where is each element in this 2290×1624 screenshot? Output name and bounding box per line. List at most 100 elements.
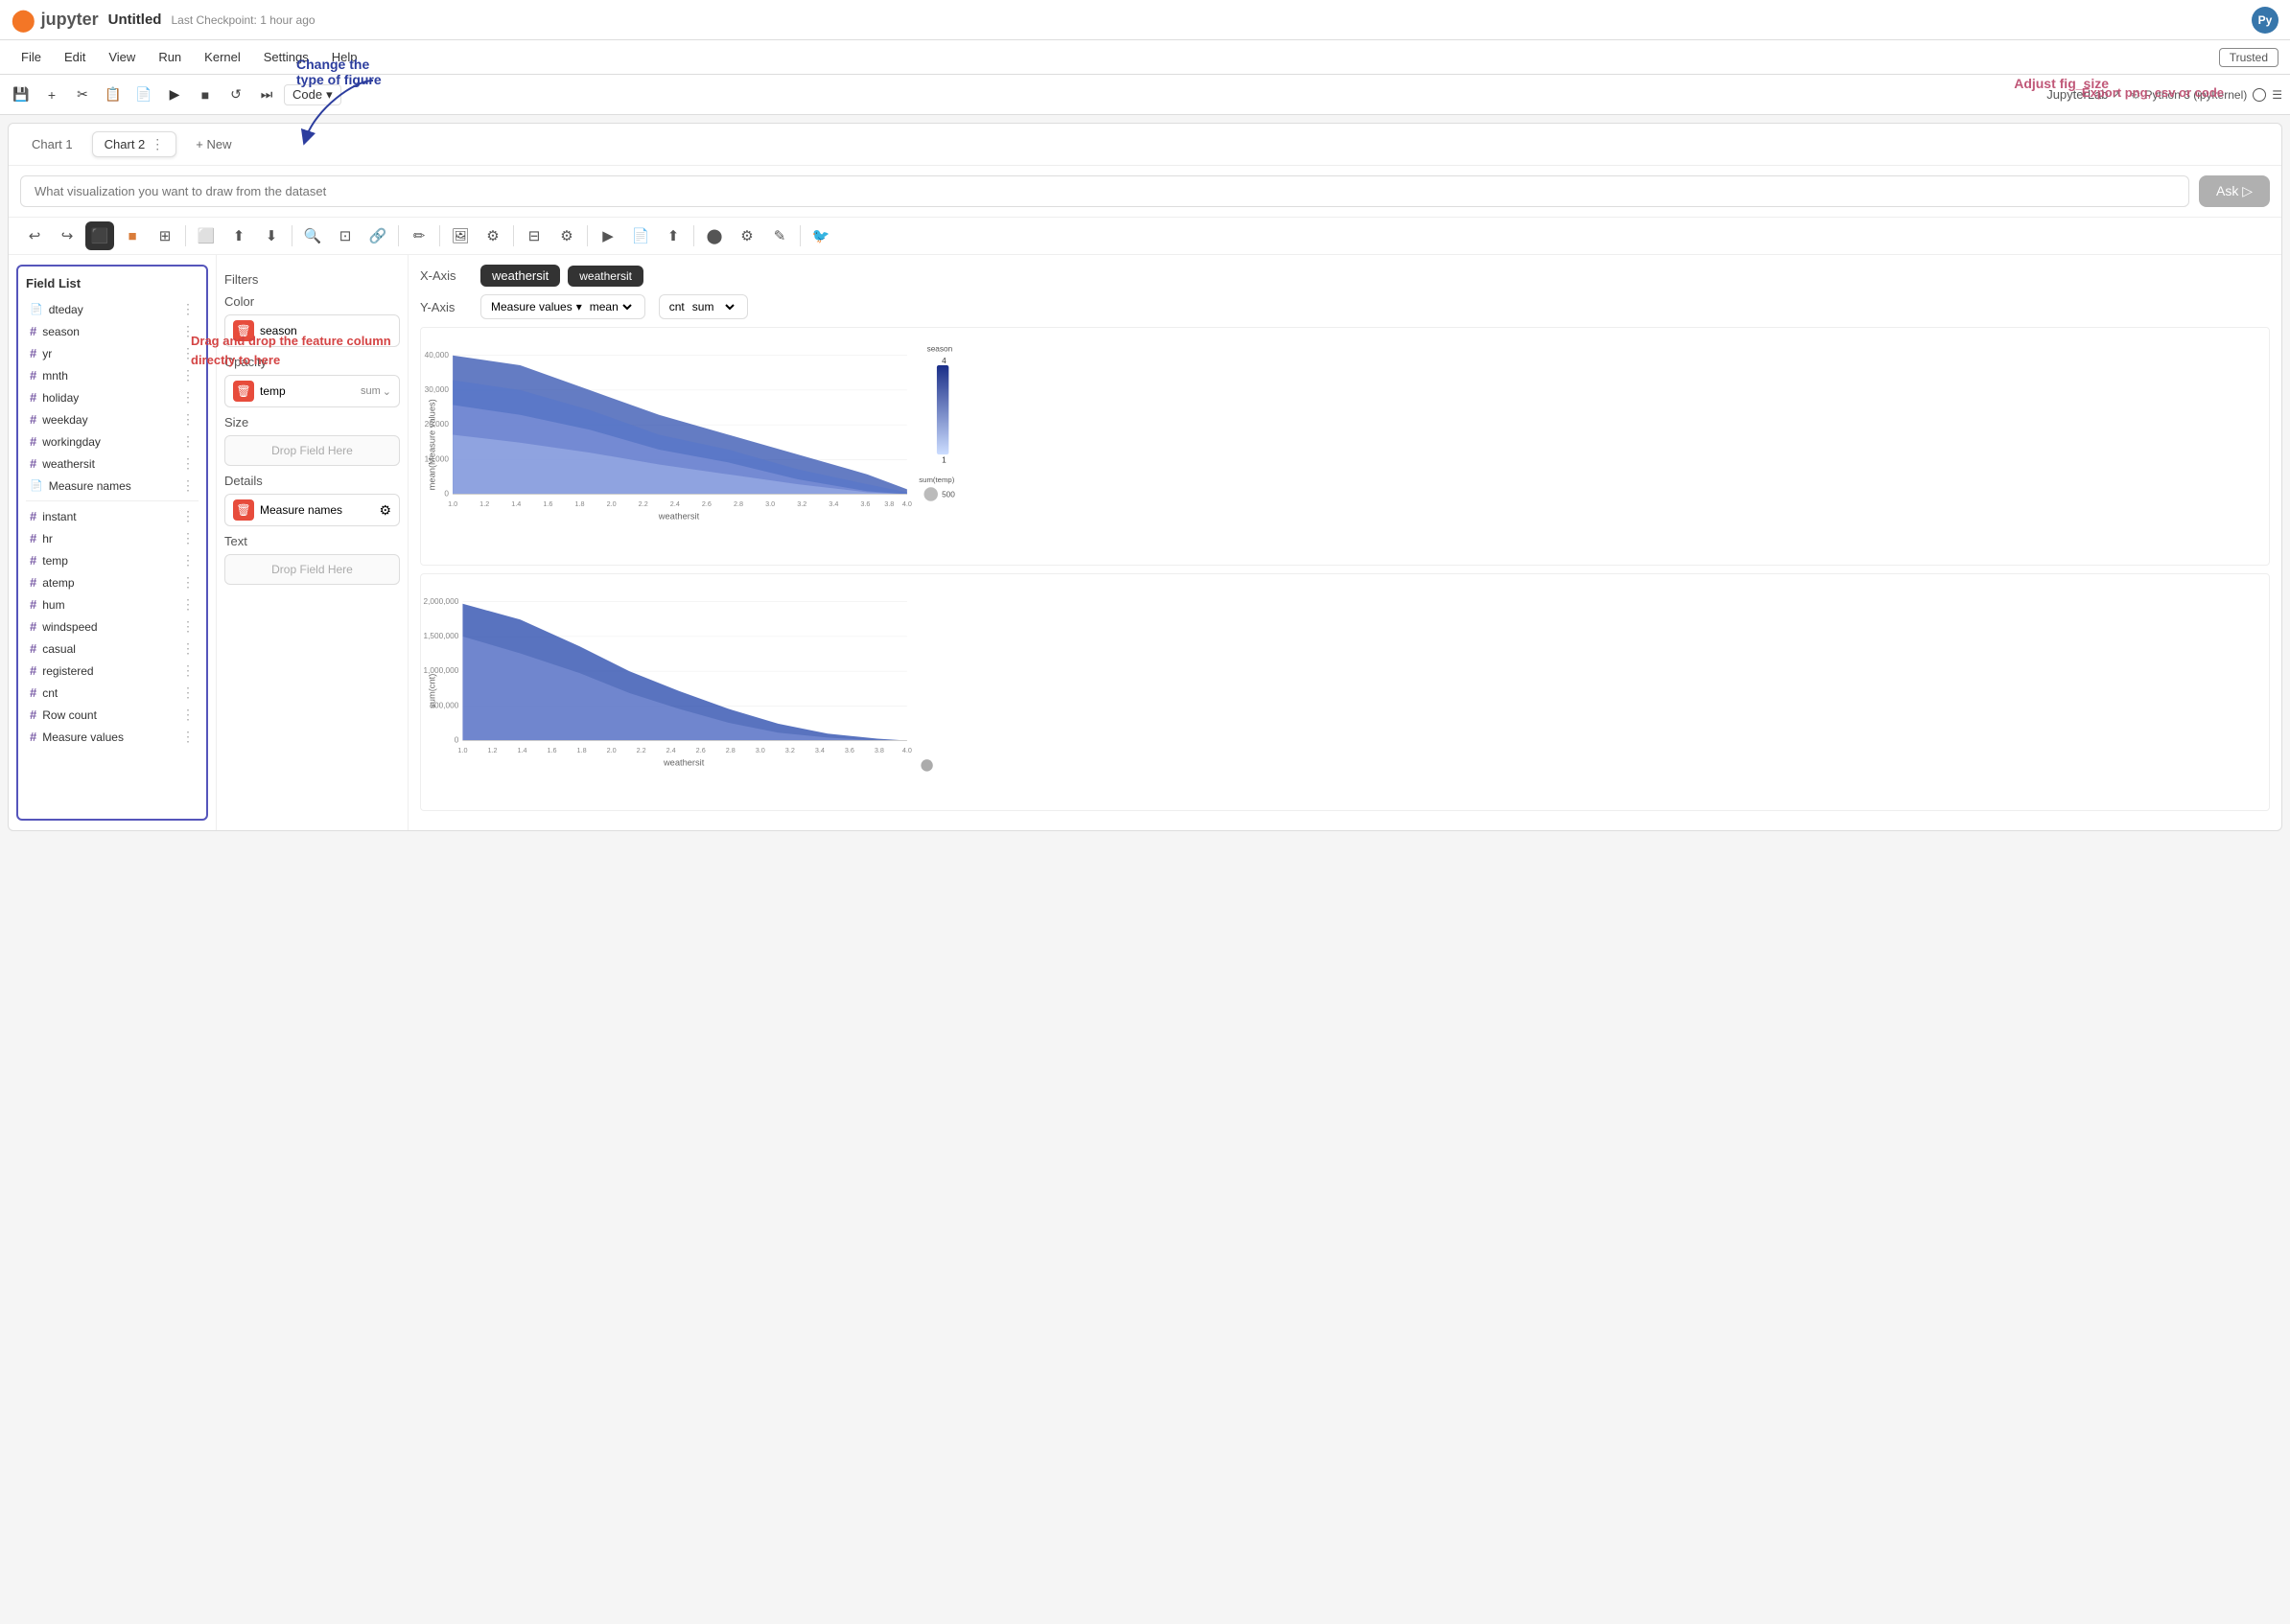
color-chip[interactable]: 🗑 season: [224, 314, 400, 347]
eraser-btn[interactable]: ✎: [765, 221, 794, 250]
fit-button[interactable]: ⊡: [331, 221, 360, 250]
menu-edit[interactable]: Edit: [55, 46, 95, 68]
field-item-measure-values[interactable]: # Measure values ⋮: [26, 726, 199, 748]
field-menu-dots[interactable]: ⋮: [181, 530, 195, 546]
field-menu-dots[interactable]: ⋮: [181, 389, 195, 406]
fast-forward-button[interactable]: ⏭: [253, 81, 280, 108]
details-chip[interactable]: 🗑 Measure names ⚙: [224, 494, 400, 526]
color-chip-delete[interactable]: 🗑: [233, 320, 254, 341]
field-menu-dots[interactable]: ⋮: [181, 596, 195, 613]
field-menu-dots[interactable]: ⋮: [181, 345, 195, 361]
field-item-yr[interactable]: # yr ⋮: [26, 342, 199, 364]
field-menu-dots[interactable]: ⋮: [181, 455, 195, 472]
details-chip-settings-icon[interactable]: ⚙: [379, 502, 391, 519]
field-item-casual[interactable]: # casual ⋮: [26, 638, 199, 660]
play-btn[interactable]: ▶: [594, 221, 622, 250]
menu-run[interactable]: Run: [149, 46, 191, 68]
link-button[interactable]: 🔗: [363, 221, 392, 250]
field-item-temp[interactable]: # temp ⋮: [26, 549, 199, 571]
menu-file[interactable]: File: [12, 46, 51, 68]
field-menu-dots[interactable]: ⋮: [181, 411, 195, 428]
tab-kebab[interactable]: ⋮: [151, 136, 164, 152]
image-settings-button[interactable]: ⚙: [479, 221, 507, 250]
field-item-mnth[interactable]: # mnth ⋮: [26, 364, 199, 386]
field-menu-dots[interactable]: ⋮: [181, 552, 195, 568]
y-axis-cnt-agg-select[interactable]: sum mean count: [689, 299, 737, 314]
transform-button[interactable]: ⬜: [192, 221, 221, 250]
field-menu-dots[interactable]: ⋮: [181, 640, 195, 657]
field-item-instant[interactable]: # instant ⋮: [26, 505, 199, 527]
field-item-dteday[interactable]: 📄 dteday ⋮: [26, 298, 199, 320]
table-settings-button[interactable]: ⚙: [552, 221, 581, 250]
3d-cube-button[interactable]: ⬛: [85, 221, 114, 250]
field-item-row-count[interactable]: # Row count ⋮: [26, 704, 199, 726]
align-up-button[interactable]: ⬆: [224, 221, 253, 250]
field-menu-dots[interactable]: ⋮: [181, 508, 195, 524]
menu-view[interactable]: View: [99, 46, 145, 68]
field-item-windspeed[interactable]: # windspeed ⋮: [26, 615, 199, 638]
menu-help[interactable]: Help: [322, 46, 367, 68]
opacity-chip-delete[interactable]: 🗑: [233, 381, 254, 402]
field-item-hum[interactable]: # hum ⋮: [26, 593, 199, 615]
opacity-chip[interactable]: 🗑 temp sum ⌄: [224, 375, 400, 407]
copy-button[interactable]: 📋: [100, 81, 127, 108]
image-button[interactable]: 🖼: [446, 221, 475, 250]
field-menu-dots[interactable]: ⋮: [181, 618, 195, 635]
pen-button[interactable]: ✏: [405, 221, 433, 250]
stop-button[interactable]: ■: [192, 81, 219, 108]
notebook-title[interactable]: Untitled: [108, 12, 162, 28]
field-item-cnt[interactable]: # cnt ⋮: [26, 682, 199, 704]
cut-button[interactable]: ✂: [69, 81, 96, 108]
field-item-hr[interactable]: # hr ⋮: [26, 527, 199, 549]
field-menu-dots[interactable]: ⋮: [181, 367, 195, 383]
menu-kernel[interactable]: Kernel: [195, 46, 250, 68]
run-button[interactable]: ▶: [161, 81, 188, 108]
restart-button[interactable]: ↺: [222, 81, 249, 108]
doc-gear-btn[interactable]: 📄: [626, 221, 655, 250]
field-item-season[interactable]: # season ⋮: [26, 320, 199, 342]
field-item-weathersit[interactable]: # weathersit ⋮: [26, 452, 199, 475]
redo-button[interactable]: ↪: [53, 221, 82, 250]
paste-button[interactable]: 📄: [130, 81, 157, 108]
field-menu-dots[interactable]: ⋮: [181, 684, 195, 701]
field-item-atemp[interactable]: # atemp ⋮: [26, 571, 199, 593]
field-item-measure-names[interactable]: 📄 Measure names ⋮: [26, 475, 199, 497]
tab-chart2[interactable]: Chart 2 ⋮: [92, 131, 177, 157]
bird-btn[interactable]: 🐦: [806, 221, 835, 250]
export-btn[interactable]: ⬆: [659, 221, 688, 250]
field-item-workingday[interactable]: # workingday ⋮: [26, 430, 199, 452]
layers-button[interactable]: ⊞: [151, 221, 179, 250]
field-item-registered[interactable]: # registered ⋮: [26, 660, 199, 682]
size-drop-zone[interactable]: Drop Field Here: [224, 435, 400, 466]
tab-chart1[interactable]: Chart 1: [20, 133, 84, 155]
visualization-search-input[interactable]: [20, 175, 2189, 207]
save-button[interactable]: 💾: [8, 81, 35, 108]
field-item-holiday[interactable]: # holiday ⋮: [26, 386, 199, 408]
cell-type-select[interactable]: Code ▾: [284, 84, 341, 105]
y-axis-chip-cnt[interactable]: cnt sum mean count: [659, 294, 748, 319]
connect-btn[interactable]: ⬤: [700, 221, 729, 250]
details-chip-delete[interactable]: 🗑: [233, 499, 254, 521]
field-menu-dots[interactable]: ⋮: [181, 323, 195, 339]
undo-button[interactable]: ↩: [20, 221, 49, 250]
field-menu-dots[interactable]: ⋮: [181, 662, 195, 679]
field-menu-dots[interactable]: ⋮: [181, 477, 195, 494]
new-tab-button[interactable]: + New: [184, 133, 243, 155]
menu-settings[interactable]: Settings: [254, 46, 318, 68]
color-picker-button[interactable]: ■: [118, 221, 147, 250]
field-menu-dots[interactable]: ⋮: [181, 301, 195, 317]
field-item-weekday[interactable]: # weekday ⋮: [26, 408, 199, 430]
table-button[interactable]: ⊟: [520, 221, 549, 250]
field-menu-dots[interactable]: ⋮: [181, 433, 195, 450]
field-menu-dots[interactable]: ⋮: [181, 729, 195, 745]
ask-button[interactable]: Ask ▷: [2199, 175, 2270, 207]
connect-settings-btn[interactable]: ⚙: [733, 221, 761, 250]
jupyterlab-link[interactable]: JupyterLab ↗: [2046, 87, 2121, 102]
y-axis-measure-agg-select[interactable]: mean sum count: [586, 299, 635, 314]
align-down-button[interactable]: ⬇: [257, 221, 286, 250]
text-drop-zone[interactable]: Drop Field Here: [224, 554, 400, 585]
field-menu-dots[interactable]: ⋮: [181, 707, 195, 723]
add-cell-button[interactable]: +: [38, 81, 65, 108]
zoom-button[interactable]: 🔍: [298, 221, 327, 250]
y-axis-chip-measure[interactable]: Measure values ▾ mean sum count: [480, 294, 645, 319]
